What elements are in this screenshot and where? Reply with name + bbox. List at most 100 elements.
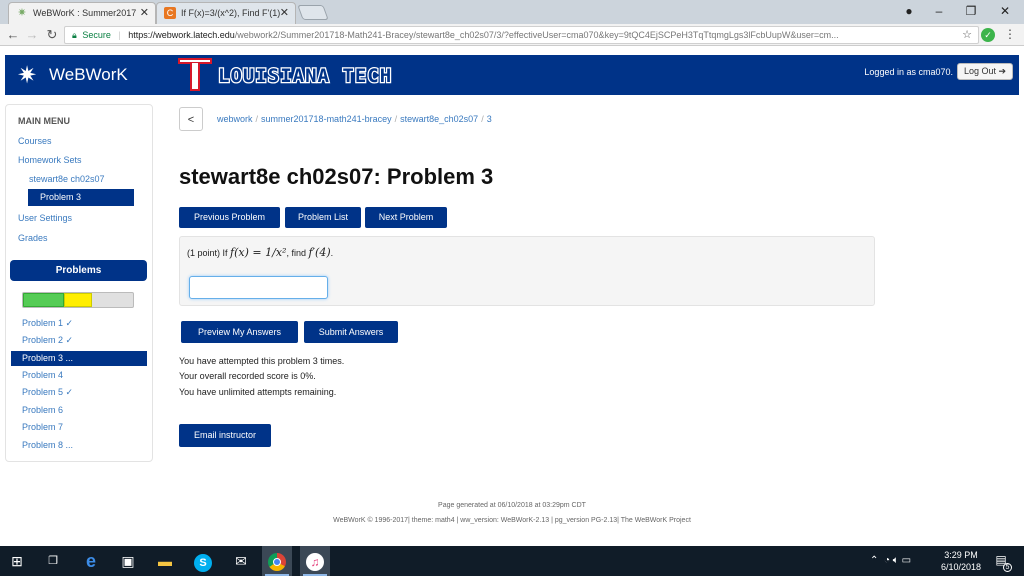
- problem-list-button[interactable]: Problem List: [285, 207, 361, 228]
- breadcrumb-item[interactable]: summer201718-math241-bracey: [261, 114, 392, 124]
- email-instructor-button[interactable]: Email instructor: [179, 424, 271, 447]
- menu-item-user-settings[interactable]: User Settings: [18, 213, 72, 223]
- problem-list-item[interactable]: Problem 2 ✓: [22, 335, 73, 346]
- url-host: https://webwork.latech.edu: [128, 30, 235, 40]
- louisiana-tech-logo: LOUISIANA TECH: [178, 58, 392, 91]
- site-header: ✷ WeBWorK LOUISIANA TECH Logged in as cm…: [5, 55, 1019, 95]
- university-wordmark: LOUISIANA TECH: [218, 65, 392, 87]
- breadcrumb-back-button[interactable]: <: [179, 107, 203, 131]
- page-title: stewart8e ch02s07: Problem 3: [179, 164, 494, 189]
- minimize-icon[interactable]: –: [924, 2, 954, 20]
- notification-count: 5: [1003, 563, 1012, 572]
- address-bar[interactable]: 🔒︎ Secure | https://webwork.latech.edu/w…: [64, 26, 979, 44]
- wifi-icon[interactable]: ◔: [884, 555, 890, 566]
- action-center-icon[interactable]: ▤ 5: [993, 553, 1012, 572]
- footer-generated-text: Page generated at 06/10/2018 at 03:29pm …: [438, 502, 586, 509]
- browser-tab-bar: ✷ WeBWorK : Summer2017 ✕ C If F(x)=3/(x^…: [0, 0, 1024, 24]
- clock-date: 6/10/2018: [940, 562, 982, 572]
- problem-list-item[interactable]: Problem 4: [22, 370, 63, 380]
- volume-icon[interactable]: 🔈︎: [893, 555, 899, 566]
- next-problem-button[interactable]: Next Problem: [365, 207, 447, 228]
- breadcrumb-trail: webwork / summer201718-math241-bracey / stew…: [217, 114, 492, 124]
- maximize-icon[interactable]: ❐: [956, 2, 986, 20]
- tray-chevron-icon[interactable]: ⌃: [870, 555, 878, 566]
- browser-tab-chegg[interactable]: C If F(x)=3/(x^2), Find F'(1) ✕: [156, 2, 296, 24]
- store-icon[interactable]: ▣: [113, 546, 143, 576]
- main-menu-title: MAIN MENU: [18, 116, 70, 126]
- problem-target: f′(4): [308, 246, 331, 259]
- bookmark-star-icon[interactable]: ☆: [962, 27, 972, 43]
- problem-list-item[interactable]: Problem 6: [22, 405, 63, 415]
- task-view-icon[interactable]: ❐: [38, 546, 68, 576]
- reload-icon[interactable]: ↻: [44, 27, 60, 43]
- mail-icon[interactable]: ✉: [226, 546, 256, 576]
- profile-icon[interactable]: ●: [894, 2, 924, 20]
- menu-item-grades[interactable]: Grades: [18, 233, 48, 243]
- menu-item-homework-sets[interactable]: Homework Sets: [18, 155, 82, 165]
- problem-points: (1 point) If: [187, 248, 228, 258]
- webwork-logo-icon: ✷: [16, 62, 38, 89]
- problems-panel-title: Problems: [10, 260, 147, 281]
- problem-find-text: , find: [286, 248, 306, 258]
- app-name: WeBWorK: [49, 65, 128, 84]
- problem-progress-bar: [22, 292, 134, 308]
- previous-problem-button[interactable]: Previous Problem: [179, 207, 280, 228]
- problem-function: f(x) = 1/x²: [230, 246, 287, 259]
- tab-label: WeBWorK : Summer2017: [33, 8, 137, 18]
- close-icon[interactable]: ✕: [140, 3, 149, 23]
- menu-item-current-set[interactable]: stewart8e ch02s07: [29, 174, 105, 184]
- problem-text: (1 point) If f(x) = 1/x², find f′(4).: [187, 246, 334, 259]
- breadcrumb: < webwork / summer201718-math241-bracey / st…: [179, 107, 874, 131]
- file-explorer-icon[interactable]: ▬: [150, 546, 180, 576]
- webwork-star-icon: ✷: [17, 7, 27, 19]
- remaining-text: You have unlimited attempts remaining.: [179, 387, 337, 397]
- extension-check-icon[interactable]: ✓: [981, 28, 995, 42]
- windows-taskbar: ⊞ ❐ e ▣ ▬ S ✉ ♫ ⌃ ◔ 🔈︎ ▭ 3:29 PM 6/10/20…: [0, 546, 1024, 576]
- browser-menu-icon[interactable]: ⋮: [1004, 27, 1016, 41]
- logout-arrow-icon: ➔: [998, 66, 1007, 76]
- browser-nav-bar: ← → ↻ 🔒︎ Secure | https://webwork.latech…: [0, 24, 1024, 46]
- problem-list-item[interactable]: Problem 1 ✓: [22, 318, 73, 329]
- logout-button[interactable]: Log Out ➔: [957, 63, 1013, 80]
- preview-answers-button[interactable]: Preview My Answers: [181, 321, 298, 343]
- attempts-text: You have attempted this problem 3 times.: [179, 356, 345, 366]
- logout-label: Log Out: [963, 66, 996, 76]
- problem-list-item[interactable]: Problem 8 ...: [22, 440, 73, 450]
- breadcrumb-item[interactable]: webwork: [217, 114, 253, 124]
- lock-icon: 🔒︎: [72, 30, 77, 40]
- problem-list-item[interactable]: Problem 7: [22, 422, 63, 432]
- chegg-icon: C: [164, 7, 176, 19]
- forward-arrow-icon[interactable]: →: [24, 27, 40, 43]
- progress-attempted-fill: [64, 293, 92, 307]
- back-arrow-icon[interactable]: ←: [5, 27, 21, 43]
- chrome-icon[interactable]: [262, 546, 292, 576]
- itunes-icon[interactable]: ♫: [300, 546, 330, 576]
- clock[interactable]: 3:29 PM 6/10/2018: [939, 549, 983, 573]
- breadcrumb-item[interactable]: stewart8e_ch02s07: [400, 114, 478, 124]
- browser-tab-webwork[interactable]: ✷ WeBWorK : Summer2017 ✕: [8, 2, 156, 24]
- problem-list-item-active[interactable]: Problem 3 ...: [11, 351, 147, 366]
- windows-start-icon[interactable]: ⊞: [2, 546, 32, 576]
- edge-browser-icon[interactable]: e: [76, 546, 106, 576]
- menu-item-courses[interactable]: Courses: [18, 136, 52, 146]
- logged-in-text: Logged in as cma070.: [864, 67, 953, 77]
- window-close-icon[interactable]: ✕: [990, 2, 1020, 20]
- problem-statement-box: (1 point) If f(x) = 1/x², find f′(4).: [179, 236, 875, 306]
- problem-list-item[interactable]: Problem 5 ✓: [22, 387, 73, 398]
- menu-item-current-problem[interactable]: Problem 3: [28, 189, 134, 206]
- system-tray: ⌃ ◔ 🔈︎ ▭: [870, 546, 911, 576]
- progress-correct-fill: [23, 293, 64, 307]
- close-icon[interactable]: ✕: [280, 3, 289, 23]
- tab-label: If F(x)=3/(x^2), Find F'(1): [181, 8, 281, 18]
- score-text: Your overall recorded score is 0%.: [179, 371, 316, 381]
- new-tab-button[interactable]: [297, 5, 329, 20]
- submit-answers-button[interactable]: Submit Answers: [304, 321, 398, 343]
- answer-input[interactable]: [189, 276, 328, 299]
- secure-label: Secure: [82, 30, 111, 40]
- breadcrumb-item: 3: [486, 114, 492, 124]
- url-path: /webwork2/Summer201718-Math241-Bracey/st…: [234, 30, 839, 40]
- keyboard-icon[interactable]: ▭: [902, 555, 911, 566]
- clock-time: 3:29 PM: [944, 550, 978, 560]
- skype-icon[interactable]: S: [188, 546, 218, 576]
- footer-version-text: WeBWorK © 1996-2017| theme: math4 | ww_v…: [333, 517, 691, 524]
